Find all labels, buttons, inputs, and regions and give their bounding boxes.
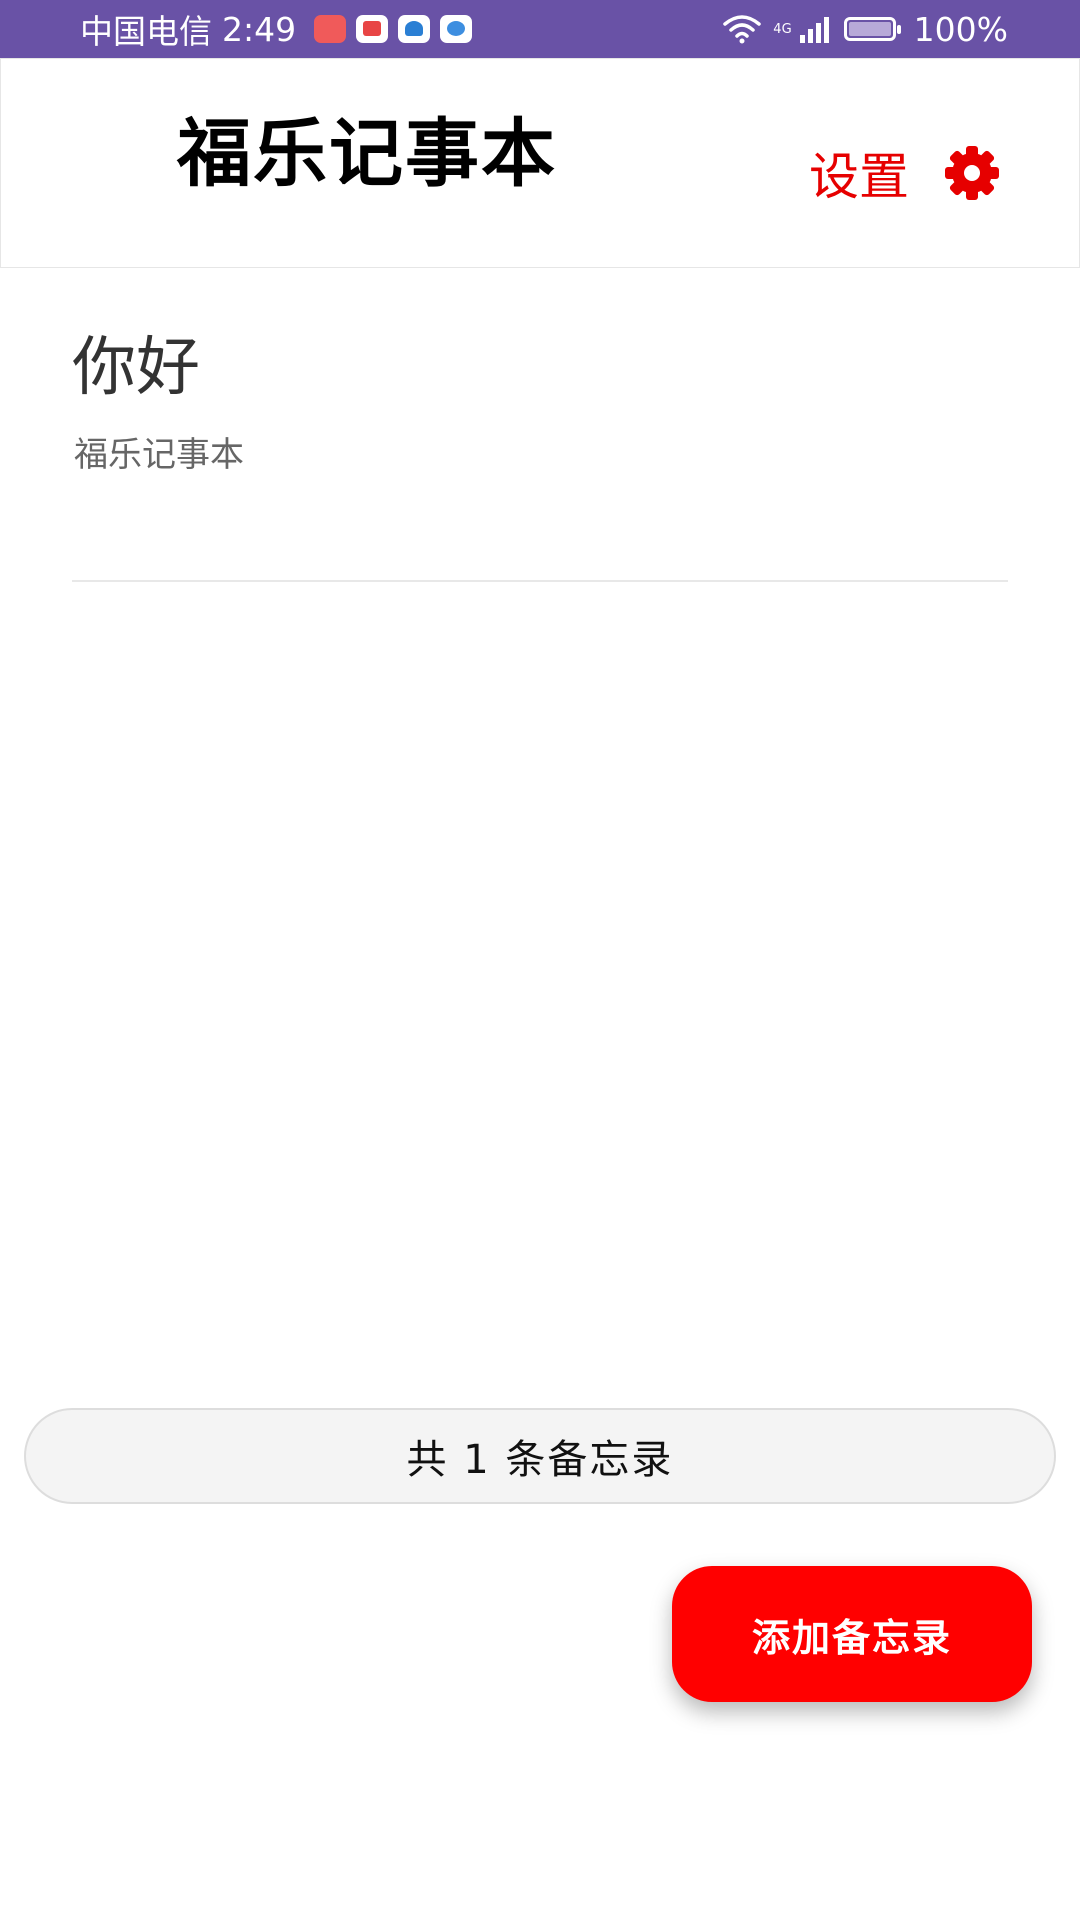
note-title: 你好 <box>72 331 200 405</box>
note-divider <box>72 580 1008 582</box>
battery-icon <box>843 17 901 41</box>
note-list-item[interactable]: 你好 福乐记事本 <box>72 268 1008 582</box>
book-notification-icon <box>356 15 389 43</box>
app-notification-icon <box>398 15 431 43</box>
app-title: 福乐记事本 <box>177 111 557 197</box>
settings-button[interactable]: 设置 <box>809 137 1001 209</box>
status-left: 中国电信 2:49 <box>80 0 473 58</box>
store-notification-icon <box>314 15 347 43</box>
memo-count-text: 共 1 条备忘录 <box>406 1437 674 1483</box>
settings-label: 设置 <box>809 148 909 206</box>
battery-level: 100% <box>913 9 1008 49</box>
gear-icon <box>943 144 1001 202</box>
note-subtitle: 福乐记事本 <box>74 435 244 475</box>
add-memo-button[interactable]: 添加备忘录 <box>672 1566 1032 1702</box>
signal-icon <box>799 17 829 43</box>
status-right: 4G 100% <box>723 0 1008 58</box>
status-bar: 中国电信 2:49 4G 100% <box>0 0 1080 58</box>
app-header: 福乐记事本 设置 <box>0 58 1080 268</box>
carrier-name: 中国电信 <box>80 12 212 51</box>
network-type: 4G <box>773 21 792 37</box>
clock: 2:49 <box>222 9 297 49</box>
wifi-icon <box>723 15 762 44</box>
memo-count-badge: 共 1 条备忘录 <box>24 1408 1056 1504</box>
browser-notification-icon <box>440 15 473 43</box>
